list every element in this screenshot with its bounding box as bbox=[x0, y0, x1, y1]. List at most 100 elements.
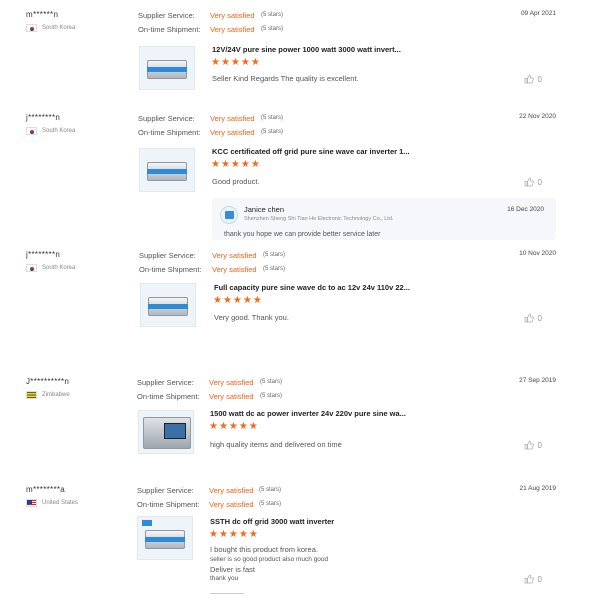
supplier-service-rating: Very satisfied bbox=[210, 11, 255, 20]
on-time-shipment-rating: Very satisfied bbox=[209, 392, 254, 401]
review-comment: Good product. bbox=[212, 177, 260, 186]
review-comment: I bought this product from korea. bbox=[210, 545, 318, 554]
reviewer-name: j********n bbox=[26, 113, 61, 122]
supplier-service-label: Supplier Service: bbox=[137, 486, 194, 495]
seller-reply: Janice chen Shenzhen Sheng Shi Tian He E… bbox=[212, 198, 556, 240]
like-count: 0 bbox=[537, 74, 542, 84]
supplier-service-rating: Very satisfied bbox=[210, 114, 255, 123]
reviewer-country: Zimbabwe bbox=[26, 391, 70, 399]
like-button[interactable]: 0 bbox=[524, 574, 542, 584]
supplier-service-label: Supplier Service: bbox=[138, 114, 195, 123]
reply-text: thank you hope we can provide better ser… bbox=[224, 231, 381, 238]
on-time-shipment-rating: Very satisfied bbox=[210, 128, 255, 137]
us-flag-icon bbox=[26, 499, 37, 507]
rating-stars: ★★★★★ bbox=[213, 295, 263, 306]
like-count: 0 bbox=[537, 313, 542, 323]
thumbs-up-icon bbox=[524, 440, 534, 450]
like-button[interactable]: 0 bbox=[524, 313, 542, 323]
seller-company: Shenzhen Sheng Shi Tian He Electronic Te… bbox=[244, 216, 394, 222]
kr-flag-icon bbox=[26, 24, 37, 32]
thumbs-up-icon bbox=[524, 313, 534, 323]
on-time-shipment-label: On-time Shipment: bbox=[139, 265, 202, 274]
product-title[interactable]: 1500 watt dc ac power inverter 24v 220v … bbox=[210, 409, 406, 418]
seller-avatar bbox=[220, 206, 238, 224]
country-name: South Korea bbox=[42, 128, 76, 134]
on-time-shipment-stars: (5 stars) bbox=[260, 393, 283, 399]
review-comment-line: thank you bbox=[210, 575, 239, 582]
seller-name: Janice chen bbox=[244, 205, 285, 214]
reviewer-country: South Korea bbox=[26, 127, 75, 135]
product-thumbnail[interactable] bbox=[139, 148, 195, 192]
rating-stars: ★★★★★ bbox=[211, 159, 261, 170]
like-button[interactable]: 0 bbox=[524, 74, 542, 84]
supplier-service-rating: Very satisfied bbox=[209, 486, 254, 495]
on-time-shipment-label: On-time Shipment: bbox=[137, 500, 200, 509]
country-name: South Korea bbox=[42, 265, 76, 271]
product-thumbnail[interactable] bbox=[140, 283, 196, 327]
review-comment: high quality items and delivered on time bbox=[210, 440, 342, 449]
divider bbox=[210, 593, 244, 594]
thumbs-up-icon bbox=[524, 74, 534, 84]
supplier-service-stars: (5 stars) bbox=[263, 252, 286, 258]
country-name: South Korea bbox=[42, 25, 76, 31]
on-time-shipment-label: On-time Shipment: bbox=[137, 392, 200, 401]
supplier-service-stars: (5 stars) bbox=[259, 487, 282, 493]
supplier-service-stars: (5 stars) bbox=[261, 12, 284, 18]
on-time-shipment-label: On-time Shipment: bbox=[138, 25, 201, 34]
review-comment: Seller Kind Regards The quality is excel… bbox=[212, 74, 359, 83]
country-name: United States bbox=[42, 500, 79, 506]
reviewer-country: United States bbox=[26, 499, 78, 507]
reviewer-name: m******n bbox=[26, 10, 59, 19]
review-date: 21 Aug 2019 bbox=[519, 485, 556, 492]
review-comment: Very good. Thank you. bbox=[214, 313, 289, 322]
supplier-service-label: Supplier Service: bbox=[137, 378, 194, 387]
thumbs-up-icon bbox=[524, 177, 534, 187]
product-title[interactable]: SSTH dc off grid 3000 watt inverter bbox=[210, 517, 334, 526]
like-count: 0 bbox=[537, 574, 542, 584]
reviewer-name: J**********n bbox=[26, 377, 70, 386]
rating-stars: ★★★★★ bbox=[211, 57, 261, 68]
on-time-shipment-stars: (5 stars) bbox=[263, 266, 286, 272]
on-time-shipment-rating: Very satisfied bbox=[212, 265, 257, 274]
product-thumbnail[interactable] bbox=[138, 410, 194, 454]
product-title[interactable]: KCC certificated off grid pure sine wave… bbox=[212, 147, 410, 156]
product-title[interactable]: 12V/24V pure sine power 1000 watt 3000 w… bbox=[212, 45, 401, 54]
product-thumbnail[interactable] bbox=[139, 46, 195, 90]
review-comment-line: seller is so good product also much good bbox=[210, 556, 329, 563]
on-time-shipment-stars: (5 stars) bbox=[259, 501, 282, 507]
on-time-shipment-stars: (5 stars) bbox=[261, 26, 284, 32]
kr-flag-icon bbox=[26, 264, 37, 272]
reviewer-country: South Korea bbox=[26, 264, 75, 272]
supplier-service-rating: Very satisfied bbox=[209, 378, 254, 387]
like-button[interactable]: 0 bbox=[524, 440, 542, 450]
kr-flag-icon bbox=[26, 127, 37, 135]
review-date: 09 Apr 2021 bbox=[520, 10, 556, 17]
supplier-service-rating: Very satisfied bbox=[212, 251, 257, 260]
like-button[interactable]: 0 bbox=[524, 177, 542, 187]
supplier-service-stars: (5 stars) bbox=[260, 379, 283, 385]
reviewer-name: m********a bbox=[26, 485, 66, 494]
rating-stars: ★★★★★ bbox=[209, 529, 259, 540]
supplier-service-label: Supplier Service: bbox=[139, 251, 196, 260]
like-count: 0 bbox=[537, 440, 542, 450]
zw-flag-icon bbox=[26, 391, 37, 399]
supplier-service-stars: (5 stars) bbox=[261, 115, 284, 121]
on-time-shipment-stars: (5 stars) bbox=[261, 129, 284, 135]
review-date: 22 Nov 2020 bbox=[519, 113, 556, 120]
on-time-shipment-label: On-time Shipment: bbox=[138, 128, 201, 137]
reviewer-country: South Korea bbox=[26, 24, 75, 32]
reviewer-name: j********n bbox=[26, 250, 61, 259]
like-count: 0 bbox=[537, 177, 542, 187]
on-time-shipment-rating: Very satisfied bbox=[209, 500, 254, 509]
country-name: Zimbabwe bbox=[42, 392, 70, 398]
product-thumbnail[interactable] bbox=[137, 516, 193, 560]
review-date: 10 Nov 2020 bbox=[519, 250, 556, 257]
reply-date: 16 Dec 2020 bbox=[507, 206, 544, 213]
on-time-shipment-rating: Very satisfied bbox=[210, 25, 255, 34]
thumbs-up-icon bbox=[524, 574, 534, 584]
product-title[interactable]: Full capacity pure sine wave dc to ac 12… bbox=[214, 283, 410, 292]
review-date: 27 Sep 2019 bbox=[519, 377, 556, 384]
supplier-service-label: Supplier Service: bbox=[138, 11, 195, 20]
rating-stars: ★★★★★ bbox=[209, 421, 259, 432]
review-comment-line: Deliver is fast bbox=[210, 565, 256, 574]
